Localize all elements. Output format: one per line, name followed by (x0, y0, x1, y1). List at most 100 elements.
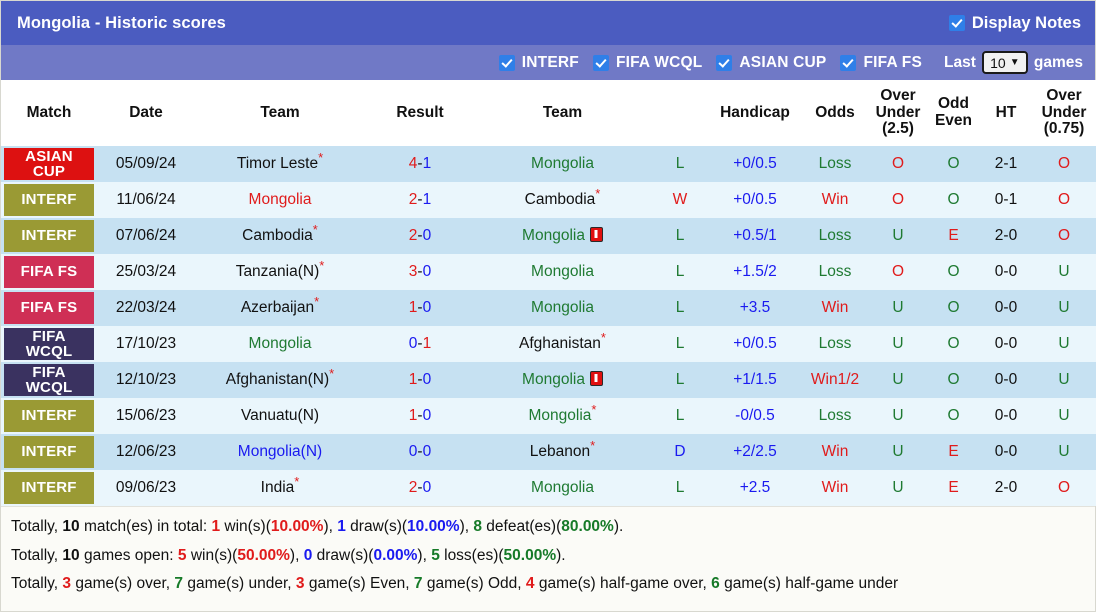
summary-text: ), (289, 546, 304, 564)
away-team[interactable]: Mongolia (475, 254, 650, 290)
competition-badge-cell[interactable]: INTERF (1, 398, 97, 434)
competition-badge-cell[interactable]: FIFA WCQL (1, 326, 97, 362)
historic-scores-table: Match Date Team Result Team Handicap Odds Over U… (1, 80, 1096, 506)
home-team[interactable]: Mongolia(N) (195, 434, 365, 470)
table-row[interactable]: ASIAN CUP 05/09/24 Timor Leste* 4-1 Mongolia L… (1, 146, 1096, 182)
filter-fifa-fs[interactable]: FIFA FS (840, 54, 922, 72)
filter-interf[interactable]: INTERF (498, 54, 579, 72)
display-notes-toggle[interactable]: Display Notes (948, 14, 1081, 33)
checkbox-icon-interf[interactable] (498, 54, 515, 71)
half-time-score: 0-0 (981, 362, 1031, 398)
competition-badge: INTERF (4, 400, 94, 432)
result-away-goals: 1 (422, 335, 432, 352)
competition-badge: INTERF (4, 184, 94, 216)
competition-badge-cell[interactable]: FIFA WCQL (1, 362, 97, 398)
table-row[interactable]: INTERF 11/06/24 Mongolia 2-1 Cambodia* W +0/0.… (1, 182, 1096, 218)
match-date: 12/10/23 (97, 362, 195, 398)
table-row[interactable]: INTERF 15/06/23 Vanuatu(N) 1-0 Mongolia* L -0/… (1, 398, 1096, 434)
over-under-075: U (1031, 398, 1096, 434)
red-card-icon (589, 371, 603, 386)
summary-panel: Totally, 10 match(es) in total: 1 win(s)… (1, 507, 1095, 601)
odds-result: Win (800, 182, 870, 218)
away-team[interactable]: Mongolia (475, 470, 650, 506)
home-team[interactable]: India* (195, 470, 365, 506)
checkbox-icon-asian-cup[interactable] (716, 54, 733, 71)
home-team[interactable]: Vanuatu(N) (195, 398, 365, 434)
competition-badge-cell[interactable]: FIFA FS (1, 254, 97, 290)
match-result: 1-0 (365, 290, 475, 326)
filter-fifa-wcql[interactable]: FIFA WCQL (592, 53, 703, 72)
checkbox-icon-fifa-fs[interactable] (840, 54, 857, 71)
summary-text: defeat(es)( (482, 518, 562, 535)
table-row[interactable]: FIFA WCQL 12/10/23 Afghanistan(N)* 1-0 Mongol… (1, 362, 1096, 398)
checkbox-icon-fifa-wcql[interactable] (592, 54, 609, 71)
win-draw-loss: L (650, 290, 710, 326)
team-name: Timor Leste (236, 155, 319, 172)
away-team[interactable]: Afghanistan* (475, 326, 650, 362)
odds-result: Loss (800, 398, 870, 434)
table-row[interactable]: INTERF 12/06/23 Mongolia(N) 0-0 Lebanon* D +2/… (1, 434, 1096, 470)
table-row[interactable]: FIFA FS 22/03/24 Azerbaijan* 1-0 Mongolia L +3… (1, 290, 1096, 326)
away-team[interactable]: Mongolia (475, 146, 650, 182)
chevron-down-icon: ▼ (1009, 56, 1020, 68)
summary-text: Totally, (11, 575, 63, 592)
last-games-select[interactable]: 10 ▼ (981, 51, 1028, 74)
home-team[interactable]: Tanzania(N)* (195, 254, 365, 290)
home-team[interactable]: Afghanistan(N)* (195, 362, 365, 398)
away-team[interactable]: Mongolia (475, 290, 650, 326)
odd-even: E (926, 470, 981, 506)
home-team[interactable]: Azerbaijan* (195, 290, 365, 326)
note-star-icon: * (318, 149, 324, 165)
home-team[interactable]: Mongolia (195, 182, 365, 218)
match-result: 3-0 (365, 254, 475, 290)
competition-badge-cell[interactable]: INTERF (1, 182, 97, 218)
table-row[interactable]: INTERF 09/06/23 India* 2-0 Mongolia L +2.5 Win U… (1, 470, 1096, 506)
competition-badge-cell[interactable]: INTERF (1, 470, 97, 506)
win-draw-loss: L (650, 362, 710, 398)
over-under-25: U (870, 434, 926, 470)
table-row[interactable]: INTERF 07/06/24 Cambodia* 2-0 Mongolia L +0.5/… (1, 218, 1096, 254)
team-name: Afghanistan(N) (225, 371, 330, 388)
team-name: Mongolia (522, 227, 585, 244)
match-result: 0-1 (365, 326, 475, 362)
competition-badge-cell[interactable]: FIFA FS (1, 290, 97, 326)
checkbox-icon-display-notes[interactable] (948, 15, 965, 31)
result-away-goals: 0 (422, 371, 432, 388)
column-header-handicap: Handicap (710, 80, 800, 146)
away-team[interactable]: Mongolia* (475, 398, 650, 434)
home-team[interactable]: Cambodia* (195, 218, 365, 254)
home-team[interactable]: Timor Leste* (195, 146, 365, 182)
table-row[interactable]: FIFA FS 25/03/24 Tanzania(N)* 3-0 Mongolia L +… (1, 254, 1096, 290)
match-result: 4-1 (365, 146, 475, 182)
competition-badge-cell[interactable]: INTERF (1, 218, 97, 254)
summary-text: ), (459, 518, 474, 535)
match-date: 07/06/24 (97, 218, 195, 254)
half-time-score: 2-0 (981, 218, 1031, 254)
win-draw-loss: L (650, 470, 710, 506)
note-star-icon: * (591, 401, 597, 417)
match-date: 12/06/23 (97, 434, 195, 470)
competition-badge: ASIAN CUP (4, 148, 94, 180)
summary-line-1: Totally, 10 match(es) in total: 1 win(s)… (11, 513, 1085, 542)
result-away-goals: 1 (422, 191, 432, 208)
over-under-075: O (1031, 470, 1096, 506)
competition-badge-cell[interactable]: ASIAN CUP (1, 146, 97, 182)
filter-asian-cup[interactable]: ASIAN CUP (716, 54, 826, 72)
odds-result: Loss (800, 218, 870, 254)
team-name: Azerbaijan (240, 299, 315, 316)
away-team[interactable]: Mongolia (475, 362, 650, 398)
half-time-score: 0-0 (981, 254, 1031, 290)
competition-filter-bar: INTERF FIFA WCQL ASIAN CUP FIFA FS Last 10 … (1, 45, 1095, 80)
team-name: Tanzania(N) (235, 263, 320, 280)
competition-badge: FIFA FS (4, 292, 94, 324)
away-team[interactable]: Lebanon* (475, 434, 650, 470)
handicap-value: +3.5 (710, 290, 800, 326)
over-under-25: O (870, 146, 926, 182)
competition-badge-cell[interactable]: INTERF (1, 434, 97, 470)
home-team[interactable]: Mongolia (195, 326, 365, 362)
filter-label: ASIAN CUP (739, 53, 827, 71)
table-row[interactable]: FIFA WCQL 17/10/23 Mongolia 0-1 Afghanistan* L… (1, 326, 1096, 362)
away-team[interactable]: Cambodia* (475, 182, 650, 218)
away-team[interactable]: Mongolia (475, 218, 650, 254)
filter-label: FIFA WCQL (615, 53, 703, 71)
